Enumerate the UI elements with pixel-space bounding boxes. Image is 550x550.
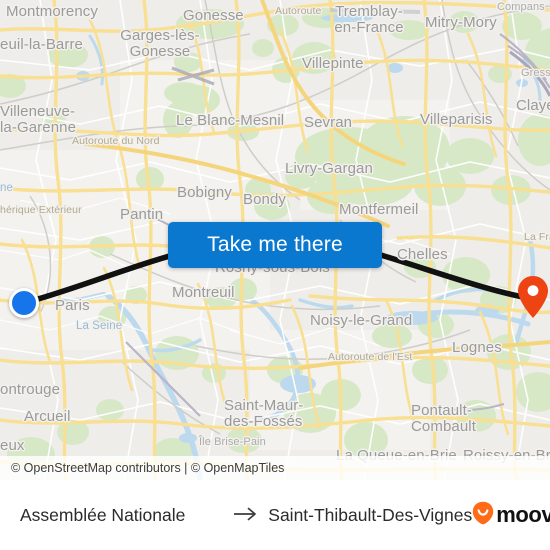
route-destination-label: Saint-Thibault-Des-Vignes (268, 504, 473, 525)
map-attribution[interactable]: © OpenStreetMap contributors | © OpenMap… (0, 456, 550, 480)
take-me-there-button[interactable]: Take me there (168, 222, 382, 268)
moovit-wordmark: moovit (496, 502, 550, 527)
attribution-text: © OpenStreetMap contributors | © OpenMap… (11, 461, 285, 475)
moovit-logo[interactable]: moovit (472, 501, 550, 530)
route-origin-label: Assemblée Nationale (20, 504, 186, 525)
take-me-there-label: Take me there (207, 233, 343, 256)
moovit-route-map-page: Montmorency Gonesse Tremblay- en-France Mit… (0, 0, 550, 550)
arrow-right-icon (194, 484, 259, 547)
map-canvas[interactable]: Montmorency Gonesse Tremblay- en-France Mit… (0, 0, 550, 480)
route-summary: Assemblée Nationale Saint-Thibault-Des-V… (20, 484, 472, 547)
destination-marker[interactable] (518, 276, 548, 318)
footer-bar: Assemblée Nationale Saint-Thibault-Des-V… (0, 480, 550, 550)
origin-marker[interactable] (9, 288, 39, 318)
moovit-pin-icon (472, 501, 494, 530)
